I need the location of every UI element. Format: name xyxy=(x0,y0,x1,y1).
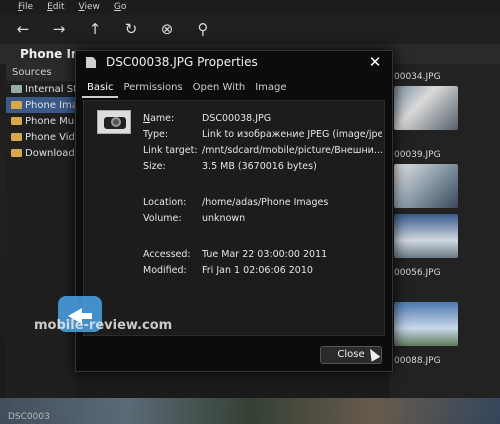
sidebar-item-label: Phone Vide xyxy=(25,131,76,143)
file-thumbnail[interactable] xyxy=(394,214,458,258)
tab-basic[interactable]: Basic xyxy=(82,80,119,98)
folder-icon xyxy=(11,117,22,125)
basic-panel: Name: DSC00038.JPG Type: Link to изображ… xyxy=(83,100,385,336)
toolbar: ← → ↑ ↻ ⊗ ⚲ xyxy=(0,14,500,44)
name-label: Name: xyxy=(143,113,175,124)
menu-file[interactable]: File xyxy=(18,2,33,12)
dialog-titlebar[interactable]: DSC00038.JPG Properties ✕ xyxy=(76,51,392,73)
sidebar-header: Sources xyxy=(6,64,76,81)
strip-file-name: DSC0003 xyxy=(8,412,50,422)
folder-icon xyxy=(11,101,22,109)
type-value: Link to изображение JPEG (image/jpeg) xyxy=(202,129,382,140)
modified-value: Fri Jan 1 02:06:06 2010 xyxy=(202,265,313,276)
accessed-label: Accessed: xyxy=(143,249,191,260)
name-value[interactable]: DSC00038.JPG xyxy=(202,113,271,124)
folder-icon xyxy=(11,149,22,157)
screen: File Edit View Go ← → ↑ ↻ ⊗ ⚲ Phone Imag… xyxy=(0,0,500,424)
volume-value: unknown xyxy=(202,213,246,224)
file-name[interactable]: 00088.JPG xyxy=(394,356,441,366)
thumbnail-strip: DSC0003 xyxy=(0,398,500,424)
arrow-left-icon[interactable]: ← xyxy=(14,20,32,38)
sidebar-item-label: Downloads xyxy=(25,147,76,159)
sidebar-item-phone-videos[interactable]: Phone Vide xyxy=(6,129,76,145)
file-icon xyxy=(86,57,96,68)
menubar: File Edit View Go xyxy=(0,0,500,14)
arrow-up-icon[interactable]: ↑ xyxy=(86,20,104,38)
menu-edit[interactable]: Edit xyxy=(47,2,64,12)
accessed-value: Tue Mar 22 03:00:00 2011 xyxy=(202,249,328,260)
volume-label: Volume: xyxy=(143,213,182,224)
file-thumbnail[interactable] xyxy=(394,302,458,346)
sidebar-item-internal-storage[interactable]: Internal Sto xyxy=(6,81,76,97)
type-label: Type: xyxy=(143,129,169,140)
search-icon[interactable]: ⚲ xyxy=(194,20,212,38)
file-name[interactable]: 00056.JPG xyxy=(394,268,441,278)
link-target-label: Link target: xyxy=(143,145,198,156)
file-thumbnail[interactable] xyxy=(394,164,458,208)
sidebar-item-phone-images[interactable]: Phone Ima xyxy=(6,97,76,113)
close-button-label: Close xyxy=(337,349,365,360)
tab-open-with[interactable]: Open With xyxy=(188,80,251,98)
refresh-icon[interactable]: ↻ xyxy=(122,20,140,38)
menu-go[interactable]: Go xyxy=(114,2,127,12)
location-label: Location: xyxy=(143,197,187,208)
sidebar-item-label: Phone Mus xyxy=(25,115,76,127)
sidebar-item-downloads[interactable]: Downloads xyxy=(6,145,76,161)
location-value: /home/adas/Phone Images xyxy=(202,197,329,208)
dialog-tabs: Basic Permissions Open With Image xyxy=(82,80,292,98)
file-name[interactable]: 00039.JPG xyxy=(394,150,441,160)
modified-label: Modified: xyxy=(143,265,187,276)
sidebar: Sources Internal Sto Phone Ima Phone Mus… xyxy=(6,64,76,414)
sidebar-item-phone-music[interactable]: Phone Mus xyxy=(6,113,76,129)
folder-icon xyxy=(11,133,22,141)
size-label: Size: xyxy=(143,161,166,172)
tab-image[interactable]: Image xyxy=(250,80,291,98)
size-value: 3.5 MB (3670016 bytes) xyxy=(202,161,317,172)
watermark-text: mobile-review.com xyxy=(34,318,173,333)
stop-icon[interactable]: ⊗ xyxy=(158,20,176,38)
dialog-title: DSC00038.JPG Properties xyxy=(106,55,258,69)
menu-view[interactable]: View xyxy=(79,2,100,12)
sidebar-item-label: Phone Ima xyxy=(25,99,76,111)
file-thumbnail[interactable] xyxy=(394,86,458,130)
tab-permissions[interactable]: Permissions xyxy=(118,80,187,98)
sidebar-item-label: Internal Sto xyxy=(25,83,76,95)
arrow-right-icon[interactable]: → xyxy=(50,20,68,38)
file-name[interactable]: 00034.JPG xyxy=(394,72,441,82)
link-target-value: /mnt/sdcard/mobile/picture/Внешни... xyxy=(202,145,382,156)
close-icon[interactable]: ✕ xyxy=(368,53,382,71)
file-thumbnail xyxy=(97,110,131,134)
file-grid: 00034.JPG 00039.JPG 00056.JPG 00088.JPG xyxy=(390,64,500,414)
lens-icon xyxy=(111,117,121,127)
drive-icon xyxy=(11,85,22,93)
